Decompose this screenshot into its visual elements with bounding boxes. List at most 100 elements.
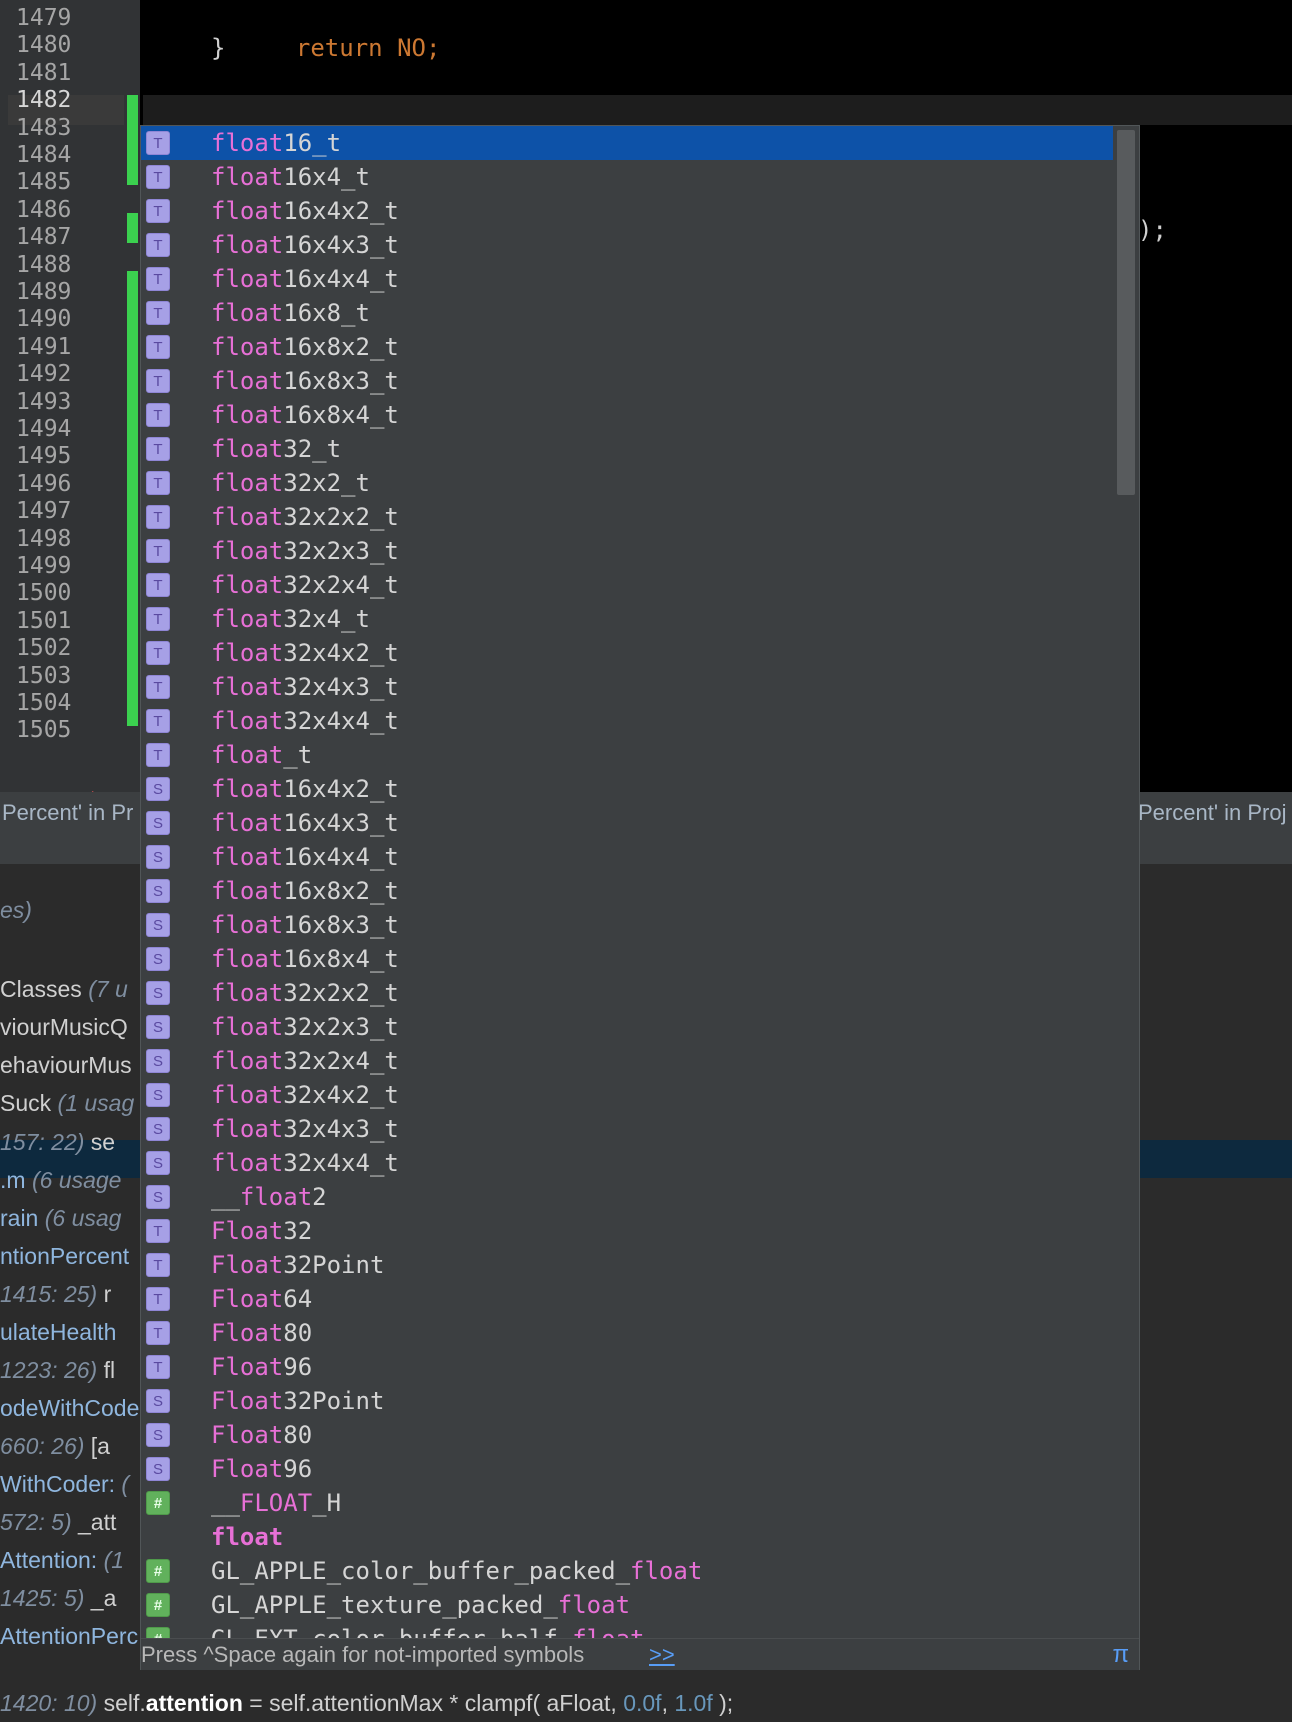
struct-icon: S: [146, 1015, 170, 1039]
usage-tree-row[interactable]: 157: 22) se: [0, 1129, 115, 1156]
usage-tree-row[interactable]: es): [0, 897, 32, 924]
completion-item[interactable]: Tfloat16x4x4_t: [141, 262, 1113, 296]
usage-tree-row[interactable]: Suck (1 usag: [0, 1090, 134, 1117]
completion-item-label: GL_APPLE_color_buffer_packed_float: [211, 1557, 703, 1585]
usage-tree-row[interactable]: 1425: 5) _a: [0, 1585, 116, 1612]
completion-item[interactable]: Tfloat16x8x3_t: [141, 364, 1113, 398]
completion-item[interactable]: # __FLOAT_H: [141, 1486, 1113, 1520]
completion-item-label: float: [211, 1523, 284, 1551]
usage-tree-row[interactable]: 1415: 25) r: [0, 1281, 111, 1308]
completion-item[interactable]: T Float96: [141, 1350, 1113, 1384]
completion-item[interactable]: Tfloat32_t: [141, 432, 1113, 466]
completion-item[interactable]: Sfloat16x4x2_t: [141, 772, 1113, 806]
struct-icon: S: [146, 1049, 170, 1073]
usage-tree-row[interactable]: 572: 5) _att: [0, 1509, 116, 1536]
completion-item[interactable]: Sfloat32x2x4_t: [141, 1044, 1113, 1078]
completion-item[interactable]: Tfloat32x2x2_t: [141, 500, 1113, 534]
completion-item[interactable]: Sfloat16x4x3_t: [141, 806, 1113, 840]
completion-item[interactable]: T Float32Point: [141, 1248, 1113, 1282]
type-icon: T: [146, 165, 170, 189]
completion-item[interactable]: Tfloat16x4x3_t: [141, 228, 1113, 262]
completion-item[interactable]: Tfloat32x4x4_t: [141, 704, 1113, 738]
usage-tree-row[interactable]: WithCoder: (: [0, 1471, 129, 1498]
completion-item-label: float32x4x2_t: [211, 1081, 399, 1109]
type-icon: T: [146, 335, 170, 359]
completion-item[interactable]: # GL_EXT_color_buffer_half_float: [141, 1622, 1113, 1638]
completion-item[interactable]: Sfloat32x4x2_t: [141, 1078, 1113, 1112]
type-icon: T: [146, 1287, 170, 1311]
completion-item[interactable]: Tfloat32x2x3_t: [141, 534, 1113, 568]
completion-item[interactable]: Sfloat16x8x3_t: [141, 908, 1113, 942]
line-number: 1497: [16, 498, 72, 525]
usage-tree-row[interactable]: ehaviourMus: [0, 1052, 132, 1079]
completion-item[interactable]: Tfloat16x8_t: [141, 296, 1113, 330]
usage-tree-row[interactable]: Classes (7 u: [0, 976, 128, 1003]
completion-item[interactable]: Tfloat16x8x2_t: [141, 330, 1113, 364]
type-icon: T: [146, 1355, 170, 1379]
find-tab-right[interactable]: Percent' in Proj: [1138, 800, 1287, 826]
usage-tree-row[interactable]: Attention: (1: [0, 1547, 124, 1574]
usage-tree-row[interactable]: rain (6 usag: [0, 1205, 121, 1232]
type-icon: T: [146, 573, 170, 597]
struct-icon: S: [146, 1389, 170, 1413]
usage-tree-row[interactable]: 1223: 26) fl: [0, 1357, 115, 1384]
line-number: 1492: [16, 361, 72, 388]
completion-item-label: float32x4x2_t: [211, 639, 399, 667]
completion-item[interactable]: Tfloat16_t: [141, 126, 1113, 160]
completion-item-label: Float64: [211, 1285, 313, 1313]
usage-tree-row[interactable]: 660: 26) [a: [0, 1433, 110, 1460]
completion-item[interactable]: Tfloat32x4x3_t: [141, 670, 1113, 704]
completion-item[interactable]: Tfloat16x4_t: [141, 160, 1113, 194]
completion-item[interactable]: Sfloat16x8x4_t: [141, 942, 1113, 976]
usage-tree-row[interactable]: AttentionPerc: [0, 1623, 138, 1650]
scrollbar-thumb[interactable]: [1117, 130, 1135, 495]
completion-item[interactable]: Tfloat32x4x2_t: [141, 636, 1113, 670]
completion-item[interactable]: float: [141, 1520, 1113, 1554]
completion-item[interactable]: T Float32: [141, 1214, 1113, 1248]
completion-item[interactable]: S Float32Point: [141, 1384, 1113, 1418]
usage-tree-row[interactable]: odeWithCode: [0, 1395, 139, 1422]
line-number: 1495: [16, 443, 72, 470]
more-symbols-link[interactable]: >>: [649, 1639, 675, 1670]
struct-icon: S: [146, 947, 170, 971]
usage-tree-row[interactable]: viourMusicQ: [0, 1014, 128, 1041]
usage-tree-row[interactable]: ntionPercent: [0, 1243, 129, 1270]
completion-item[interactable]: Tfloat32x2x4_t: [141, 568, 1113, 602]
completion-item-label: float16x4_t: [211, 163, 370, 191]
completion-item[interactable]: Tfloat32x4_t: [141, 602, 1113, 636]
completion-item-label: float32x4x4_t: [211, 707, 399, 735]
type-icon: T: [146, 1253, 170, 1277]
struct-icon: S: [146, 811, 170, 835]
line-number: 1480: [16, 32, 72, 59]
completion-item-label: float16x8x4_t: [211, 401, 399, 429]
completion-item[interactable]: Tfloat16x4x2_t: [141, 194, 1113, 228]
footer-hint: Press ^Space again for not-imported symb…: [141, 1642, 585, 1667]
completion-item[interactable]: Sfloat32x2x3_t: [141, 1010, 1113, 1044]
completion-item[interactable]: Tfloat16x8x4_t: [141, 398, 1113, 432]
usage-preview-line[interactable]: 1420: 10) self.attention = self.attentio…: [0, 1690, 733, 1717]
completion-item[interactable]: Sfloat32x4x4_t: [141, 1146, 1113, 1180]
completion-item-label: float16x4x4_t: [211, 843, 399, 871]
find-tab-left[interactable]: Percent' in Pr: [2, 800, 133, 826]
completion-item[interactable]: Sfloat16x4x4_t: [141, 840, 1113, 874]
struct-icon: S: [146, 777, 170, 801]
completion-item[interactable]: T Float64: [141, 1282, 1113, 1316]
code-line-brace[interactable]: }: [211, 33, 225, 63]
completion-item[interactable]: S Float80: [141, 1418, 1113, 1452]
completion-item[interactable]: S __float2: [141, 1180, 1113, 1214]
completion-item[interactable]: Tfloat32x2_t: [141, 466, 1113, 500]
completion-item[interactable]: # GL_APPLE_texture_packed_float: [141, 1588, 1113, 1622]
completion-item[interactable]: Sfloat16x8x2_t: [141, 874, 1113, 908]
usage-tree-row[interactable]: .m (6 usage: [0, 1167, 121, 1194]
completion-item[interactable]: Sfloat32x4x3_t: [141, 1112, 1113, 1146]
completion-item[interactable]: S Float96: [141, 1452, 1113, 1486]
completion-item[interactable]: T Float80: [141, 1316, 1113, 1350]
pi-icon[interactable]: π: [1112, 1639, 1129, 1670]
completion-item[interactable]: # GL_APPLE_color_buffer_packed_float: [141, 1554, 1113, 1588]
usage-tree-row[interactable]: ulateHealth: [0, 1319, 116, 1346]
code-line-return[interactable]: return NO;: [267, 3, 441, 63]
completion-item[interactable]: Tfloat_t: [141, 738, 1113, 772]
completion-item[interactable]: Sfloat32x2x2_t: [141, 976, 1113, 1010]
completion-item-label: float32x2x2_t: [211, 503, 399, 531]
type-icon: T: [146, 199, 170, 223]
